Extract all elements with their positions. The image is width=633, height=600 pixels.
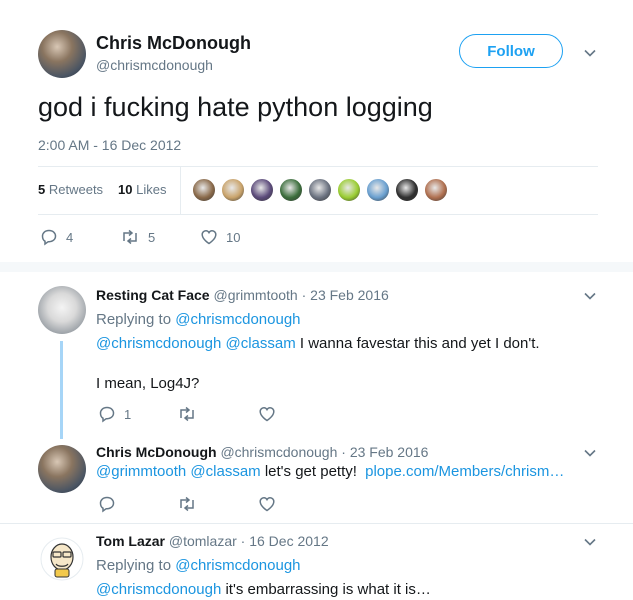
replying-to-link[interactable]: @chrismcdonough <box>175 557 300 574</box>
retweet-action[interactable] <box>177 495 197 513</box>
reply-text: @chrismcdonough @classam I wanna favesta… <box>96 335 540 352</box>
retweets-stat[interactable]: 5 Retweets <box>38 182 103 197</box>
liker-avatar[interactable] <box>337 178 361 202</box>
liker-avatar[interactable] <box>424 178 448 202</box>
tweet-timestamp[interactable]: 2:00 AM - 16 Dec 2012 <box>38 137 181 153</box>
reply-date[interactable]: · 23 Feb 2016 <box>302 287 389 303</box>
section-separator <box>0 262 633 272</box>
reply-body: let's get petty! <box>264 463 357 480</box>
reply-icon <box>99 406 115 423</box>
reply-author-handle[interactable]: @grimmtooth <box>213 287 297 303</box>
replying-to-link[interactable]: @chrismcdonough <box>175 311 300 328</box>
chevron-down-icon[interactable] <box>583 46 597 60</box>
heart-icon <box>201 229 217 245</box>
reply-avatar-tom[interactable] <box>40 537 84 581</box>
reply-action[interactable]: 1 <box>98 405 131 423</box>
like-action[interactable] <box>258 495 276 513</box>
chevron-down-icon[interactable] <box>583 289 597 303</box>
tweet-text: god i fucking hate python logging <box>38 92 433 122</box>
author-name[interactable]: Chris McDonough <box>96 33 251 54</box>
author-handle[interactable]: @chrismcdonough <box>96 57 213 73</box>
replying-to: Replying to @chrismcdonough <box>96 557 301 574</box>
replying-prefix: Replying to <box>96 557 172 574</box>
reply-count: 4 <box>66 229 74 245</box>
replying-to: Replying to @chrismcdonough <box>96 311 301 328</box>
retweet-icon <box>123 229 137 245</box>
retweets-label: Retweets <box>48 182 104 197</box>
chevron-down-icon[interactable] <box>583 446 597 460</box>
reply-body: I wanna favestar this and yet I don't. <box>299 335 540 352</box>
replying-prefix: Replying to <box>96 311 172 328</box>
like-count: 10 <box>226 229 241 245</box>
reply-author-handle[interactable]: @chrismcdonough <box>220 444 337 460</box>
reply-text: @grimmtooth @classam let's get petty! pl… <box>96 463 564 480</box>
liker-avatar[interactable] <box>192 178 216 202</box>
reply-header: Resting Cat Face @grimmtooth · 23 Feb 20… <box>96 287 389 303</box>
mention-link[interactable]: @classam <box>190 463 260 480</box>
likers-avatars <box>192 178 462 204</box>
retweet-action[interactable] <box>177 405 197 423</box>
stats-divider <box>180 167 181 214</box>
like-action[interactable] <box>258 405 276 423</box>
reply-text-2: I mean, Log4J? <box>96 375 200 392</box>
divider-top <box>38 166 598 167</box>
divider-bottom <box>38 214 598 215</box>
heart-icon <box>259 406 275 422</box>
reply-header: Tom Lazar @tomlazar · 16 Dec 2012 <box>96 533 329 549</box>
likes-label: Likes <box>136 182 167 197</box>
reply-text: @chrismcdonough it's embarrassing is wha… <box>96 581 431 598</box>
follow-button[interactable]: Follow <box>459 34 563 68</box>
heart-icon <box>259 496 275 512</box>
reply-date[interactable]: · 23 Feb 2016 <box>341 444 428 460</box>
reply-author-handle[interactable]: @tomlazar <box>169 533 237 549</box>
liker-avatar[interactable] <box>221 178 245 202</box>
mention-link[interactable]: @classam <box>225 335 295 352</box>
mention-link[interactable]: @chrismcdonough <box>96 581 221 598</box>
liker-avatar[interactable] <box>250 178 274 202</box>
reply-author-name[interactable]: Tom Lazar <box>96 533 165 549</box>
reply-action[interactable]: 4 <box>40 228 73 246</box>
url-link[interactable]: plope.com/Members/chrism… <box>365 463 564 480</box>
reply-header: Chris McDonough @chrismcdonough · 23 Feb… <box>96 444 428 460</box>
retweet-icon <box>180 406 194 422</box>
liker-avatar[interactable] <box>366 178 390 202</box>
likes-stat[interactable]: 10 Likes <box>118 182 166 197</box>
reply-avatar-chris[interactable] <box>38 445 86 493</box>
author-avatar[interactable] <box>38 30 86 78</box>
mention-link[interactable]: @chrismcdonough <box>96 335 221 352</box>
thread-line <box>60 341 63 439</box>
liker-avatar[interactable] <box>279 178 303 202</box>
like-action[interactable]: 10 <box>200 228 240 246</box>
reply-action[interactable] <box>98 495 116 513</box>
mention-link[interactable]: @grimmtooth <box>96 463 186 480</box>
reply-date[interactable]: · 16 Dec 2012 <box>241 533 329 549</box>
reply-author-name[interactable]: Chris McDonough <box>96 444 217 460</box>
retweet-count: 5 <box>148 229 156 245</box>
reply-body: it's embarrassing is what it is… <box>225 581 431 598</box>
chevron-down-icon[interactable] <box>583 535 597 549</box>
reply-divider <box>0 523 633 524</box>
reply-icon <box>99 496 115 513</box>
liker-avatar[interactable] <box>308 178 332 202</box>
retweets-count: 5 <box>38 182 46 197</box>
reply-author-name[interactable]: Resting Cat Face <box>96 287 210 303</box>
liker-avatar[interactable] <box>395 178 419 202</box>
reply-avatar-cat[interactable] <box>38 286 86 334</box>
likes-count: 10 <box>118 182 133 197</box>
retweet-action[interactable]: 5 <box>120 228 155 246</box>
reply-icon <box>41 229 57 246</box>
reply-count: 1 <box>124 406 132 422</box>
retweet-icon <box>180 496 194 512</box>
